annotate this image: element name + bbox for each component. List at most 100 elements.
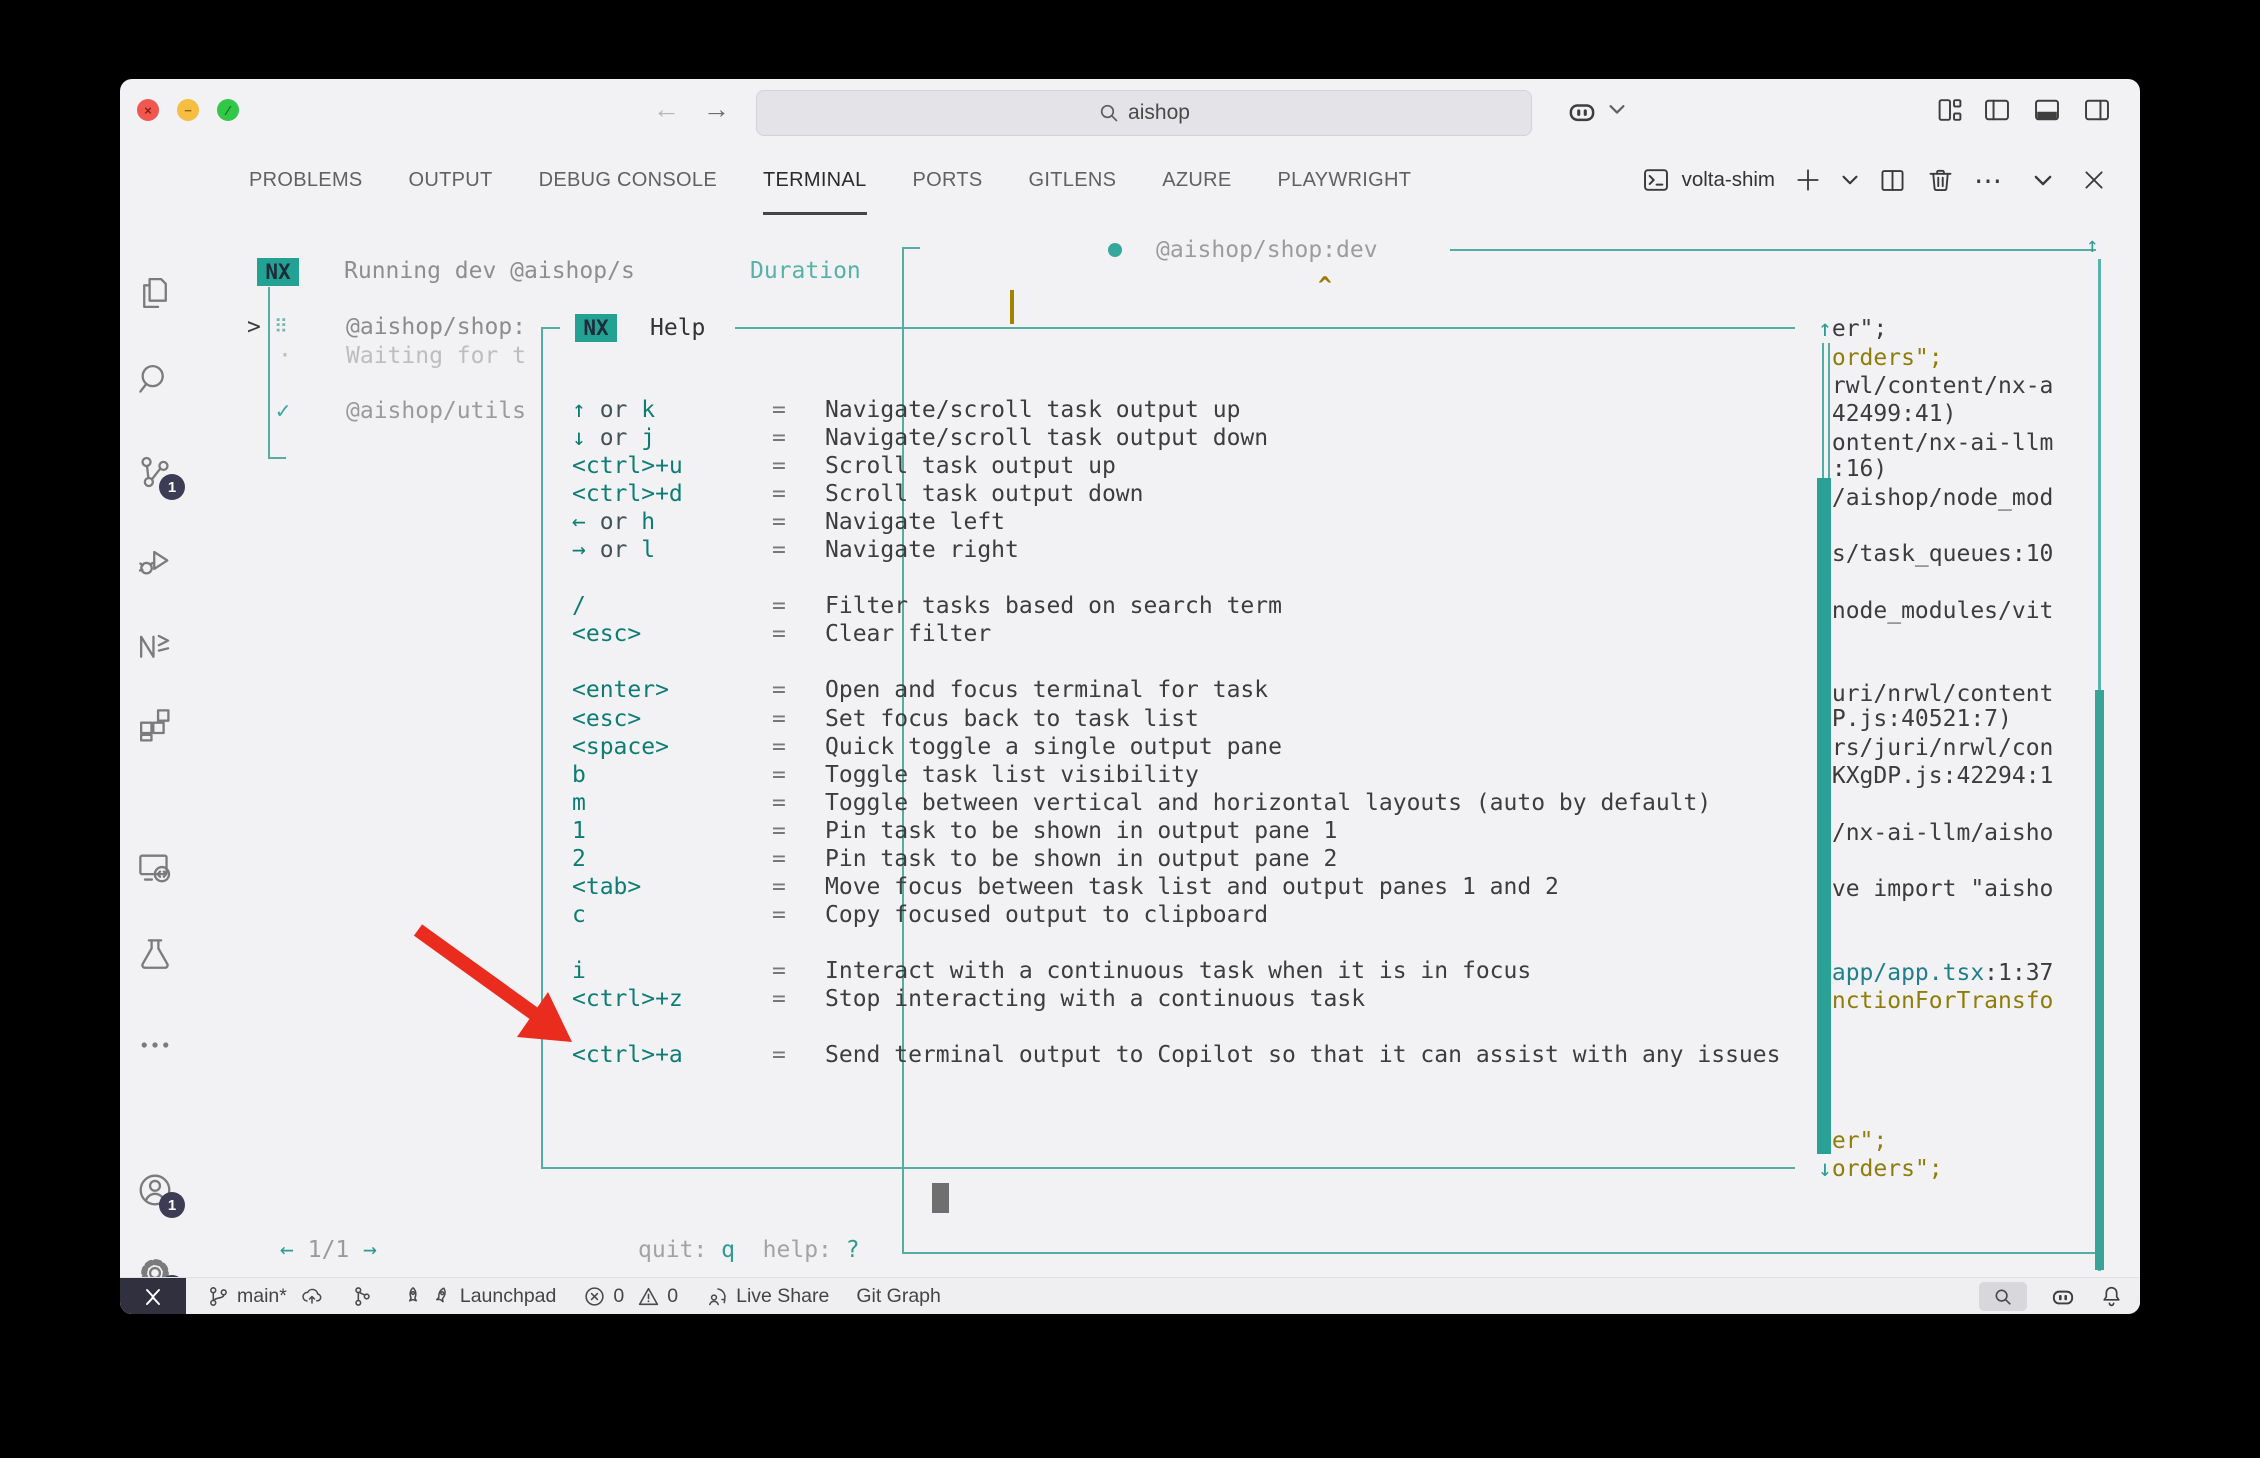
help-row: b=Toggle task list visibility	[572, 761, 1780, 789]
hide-panel-chevron-icon[interactable]	[2033, 173, 2053, 188]
tab-output[interactable]: OUTPUT	[409, 145, 493, 215]
magnifier-icon	[1993, 1287, 2013, 1307]
customize-layout-icon[interactable]	[1935, 95, 1965, 130]
split-terminal-icon[interactable]	[1878, 166, 1907, 195]
pager-label: 1/1	[308, 1237, 350, 1263]
kill-terminal-icon[interactable]	[1926, 166, 1955, 195]
command-center-search[interactable]: aishop	[756, 90, 1532, 136]
help-row: c=Copy focused output to clipboard	[572, 901, 1780, 929]
copilot-status-icon[interactable]	[2049, 1283, 2077, 1311]
help-row: <ctrl>+u=Scroll task output up	[572, 452, 1780, 480]
launchpad-label: Launchpad	[460, 1285, 557, 1308]
remote-icon	[140, 1284, 166, 1310]
output-log-line: uri/nrwl/content	[1818, 680, 2053, 708]
tab-playwright[interactable]: PLAYWRIGHT	[1278, 145, 1412, 215]
terminal-scrollbar-thumb[interactable]	[2095, 690, 2104, 1270]
quit-key: q	[721, 1237, 735, 1263]
help-box-left-border	[541, 327, 543, 1169]
help-row: <space>=Quick toggle a single output pan…	[572, 733, 1780, 761]
error-icon	[583, 1285, 606, 1308]
warning-count: 0	[667, 1285, 678, 1308]
output-log-line: er";	[1818, 1127, 1887, 1155]
sidebar-item-accounts[interactable]: 1	[133, 1168, 177, 1212]
more-actions-icon[interactable]: ⋯	[1974, 164, 2004, 197]
output-log-line: ↑er";	[1818, 315, 1887, 343]
navigate-back-button[interactable]: ←	[647, 93, 686, 126]
sidebar-item-extensions[interactable]	[133, 703, 177, 747]
notifications-bell-icon[interactable]	[2099, 1284, 2124, 1309]
status-launchpad[interactable]: Launchpad	[401, 1285, 557, 1309]
help-box-top-stub	[541, 327, 560, 329]
terminal-profile-label[interactable]: volta-shim	[1682, 168, 1775, 192]
minimize-window-button[interactable]: −	[177, 99, 199, 121]
toggle-secondary-sidebar-icon[interactable]	[2082, 95, 2112, 130]
panel-actions: volta-shim ⋯	[1641, 145, 2106, 215]
sidebar-item-source-control[interactable]: 1	[133, 450, 177, 494]
zoom-indicator[interactable]	[1979, 1282, 2027, 1311]
status-live-share[interactable]: Live Share	[705, 1285, 829, 1309]
close-panel-icon[interactable]	[2082, 168, 2106, 192]
status-git-graph-icon[interactable]	[351, 1285, 374, 1308]
output-pane-title-rule	[1450, 249, 2096, 251]
running-dot-icon	[1108, 243, 1122, 257]
help-row: m=Toggle between vertical and horizontal…	[572, 789, 1780, 817]
toggle-panel-icon[interactable]	[2032, 95, 2062, 130]
output-pane-top-stub	[902, 247, 920, 249]
search-icon	[1098, 102, 1120, 124]
sidebar-item-explorer[interactable]	[133, 271, 177, 315]
help-row: <esc>=Set focus back to task list	[572, 705, 1780, 733]
sidebar-item-nx-console[interactable]	[133, 624, 177, 668]
block-cursor	[932, 1183, 949, 1213]
remote-indicator[interactable]	[120, 1278, 186, 1314]
zoom-window-button[interactable]: ⁄	[217, 99, 239, 121]
tab-debug-console[interactable]: DEBUG CONSOLE	[539, 145, 717, 215]
tab-terminal[interactable]: TERMINAL	[763, 145, 867, 215]
task-row-label[interactable]: @aishop/utils	[346, 397, 526, 425]
help-row: ↓ or j=Navigate/scroll task output down	[572, 424, 1780, 452]
tab-problems[interactable]: PROBLEMS	[249, 145, 363, 215]
status-git-graph[interactable]: Git Graph	[856, 1285, 941, 1308]
quit-label: quit:	[638, 1237, 707, 1263]
pager-right-icon[interactable]: →	[363, 1237, 377, 1263]
git-graph-label: Git Graph	[856, 1285, 941, 1308]
new-terminal-icon[interactable]	[1794, 166, 1822, 194]
drag-handle-icon[interactable]: ⠿	[274, 313, 288, 341]
sidebar-item-remote-explorer[interactable]	[133, 846, 177, 890]
nx-task-badge: NX	[257, 258, 299, 286]
pager-left-icon[interactable]: ←	[280, 1237, 294, 1263]
terminal-profile-icon[interactable]	[1641, 165, 1671, 195]
copilot-chevron-icon[interactable]	[1608, 103, 1626, 122]
navigate-forward-button[interactable]: →	[697, 93, 736, 126]
output-log-line: ve import "aisho	[1818, 875, 2053, 903]
output-log-line: s/task_queues:10	[1818, 540, 2053, 568]
close-window-button[interactable]: ×	[137, 99, 159, 121]
output-log-line: KXgDP.js:42294:1	[1818, 762, 2053, 790]
sidebar-item-search[interactable]	[133, 358, 177, 402]
sidebar-item-testing[interactable]	[133, 933, 177, 977]
task-pager[interactable]: ← 1/1 →	[280, 1236, 377, 1264]
status-problems[interactable]: 0 0	[583, 1285, 678, 1308]
help-row-spacer	[572, 1013, 1780, 1041]
toggle-primary-sidebar-icon[interactable]	[1982, 95, 2012, 130]
sidebar-item-run-debug[interactable]	[133, 540, 177, 584]
error-count: 0	[613, 1285, 624, 1308]
output-log-line: app/app.tsx:1:37	[1818, 959, 2053, 987]
task-row-label[interactable]: @aishop/shop:	[346, 313, 526, 341]
help-rows: ↑ or k=Navigate/scroll task output up↓ o…	[572, 396, 1780, 1069]
help-row: ↑ or k=Navigate/scroll task output up	[572, 396, 1780, 424]
sidebar-item-more[interactable]	[133, 1023, 177, 1067]
status-branch[interactable]: main*	[207, 1285, 324, 1309]
tab-gitlens[interactable]: GITLENS	[1029, 145, 1117, 215]
launch-profile-chevron-icon[interactable]	[1841, 173, 1859, 187]
pane-scrollbar-thumb[interactable]	[1817, 478, 1831, 1154]
copilot-icon[interactable]	[1565, 95, 1599, 134]
live-share-icon	[705, 1285, 729, 1309]
tab-azure[interactable]: AZURE	[1162, 145, 1231, 215]
help-box-bottom-border	[541, 1167, 1795, 1169]
tab-ports[interactable]: PORTS	[913, 145, 983, 215]
output-log-line: /nx-ai-llm/aisho	[1818, 819, 2053, 847]
scm-badge: 1	[159, 474, 185, 500]
rocket-icon	[401, 1285, 425, 1309]
output-log-line: P.js:40521:7)	[1818, 705, 2012, 733]
scroll-up-icon[interactable]: ↑	[2086, 231, 2099, 259]
